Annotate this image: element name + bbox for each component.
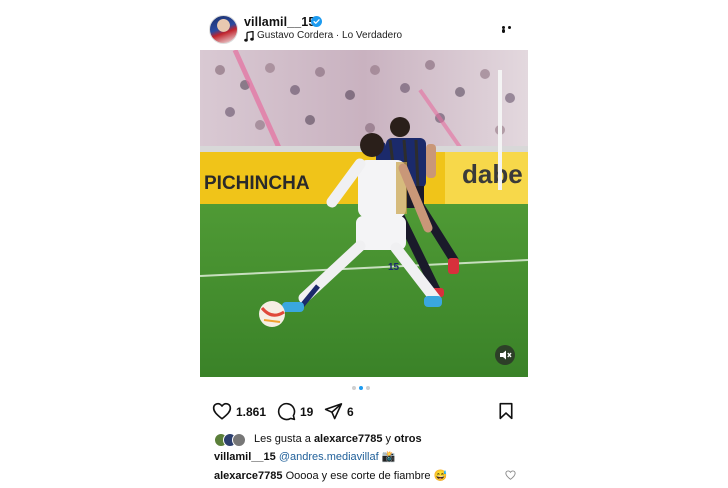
comment-row: alexarce7785 Ooooa y ese corte de fiambr… xyxy=(214,469,447,482)
comment-like-heart-icon[interactable] xyxy=(505,470,516,480)
likes-count[interactable]: 1.861 xyxy=(236,405,266,419)
carousel-dot xyxy=(366,386,370,390)
post-photo[interactable]: PICHINCHA dabe 15 xyxy=(200,50,528,377)
share-icon[interactable] xyxy=(324,402,343,420)
carousel-dot xyxy=(352,386,356,390)
bookmark-icon[interactable] xyxy=(498,402,514,420)
ad-board-text-right: dabe xyxy=(462,159,523,189)
more-options-icon[interactable] xyxy=(502,26,518,33)
liked-by-prefix: Les gusta a xyxy=(254,433,311,445)
shares-count[interactable]: 6 xyxy=(347,405,354,419)
music-note-icon xyxy=(244,31,254,42)
ad-board-text: PICHINCHA xyxy=(204,173,310,194)
camera-emoji: 📸 xyxy=(381,451,396,463)
carousel-indicator xyxy=(352,386,373,391)
post-header: villamil__15 Gustavo Cordera · Lo Verdad… xyxy=(200,12,528,44)
carousel-dot-active xyxy=(359,386,363,390)
instagram-post: villamil__15 Gustavo Cordera · Lo Verdad… xyxy=(200,0,528,488)
comment-username[interactable]: alexarce7785 xyxy=(214,470,283,482)
comments-count[interactable]: 19 xyxy=(300,405,313,419)
username[interactable]: villamil__15 xyxy=(244,15,315,29)
comment-icon[interactable] xyxy=(277,402,296,421)
comment-emoji: 😅 xyxy=(433,470,448,482)
post-caption: villamil__15 @andres.mediavillaf 📸 xyxy=(214,450,395,463)
caption-username[interactable]: villamil__15 xyxy=(214,451,276,463)
liked-by-user[interactable]: alexarce7785 xyxy=(314,433,383,445)
action-bar: 1.861 19 6 xyxy=(200,402,528,422)
comment-text: Ooooa y ese corte de fiambre xyxy=(285,470,431,482)
avatar[interactable] xyxy=(209,15,238,44)
liked-by-others[interactable]: otros xyxy=(394,433,422,445)
jersey-number: 15 xyxy=(388,262,400,273)
heart-icon[interactable] xyxy=(212,402,232,420)
muted-audio-icon[interactable] xyxy=(495,345,515,365)
soccer-photo-illustration: PICHINCHA dabe 15 xyxy=(200,50,528,377)
song-link[interactable]: Gustavo Cordera · Lo Verdadero xyxy=(257,30,402,41)
caption-mention[interactable]: @andres.mediavillaf xyxy=(279,451,379,463)
liker-avatar xyxy=(232,433,246,447)
liked-by-connector: y xyxy=(385,433,392,445)
verified-badge-icon xyxy=(311,16,322,27)
